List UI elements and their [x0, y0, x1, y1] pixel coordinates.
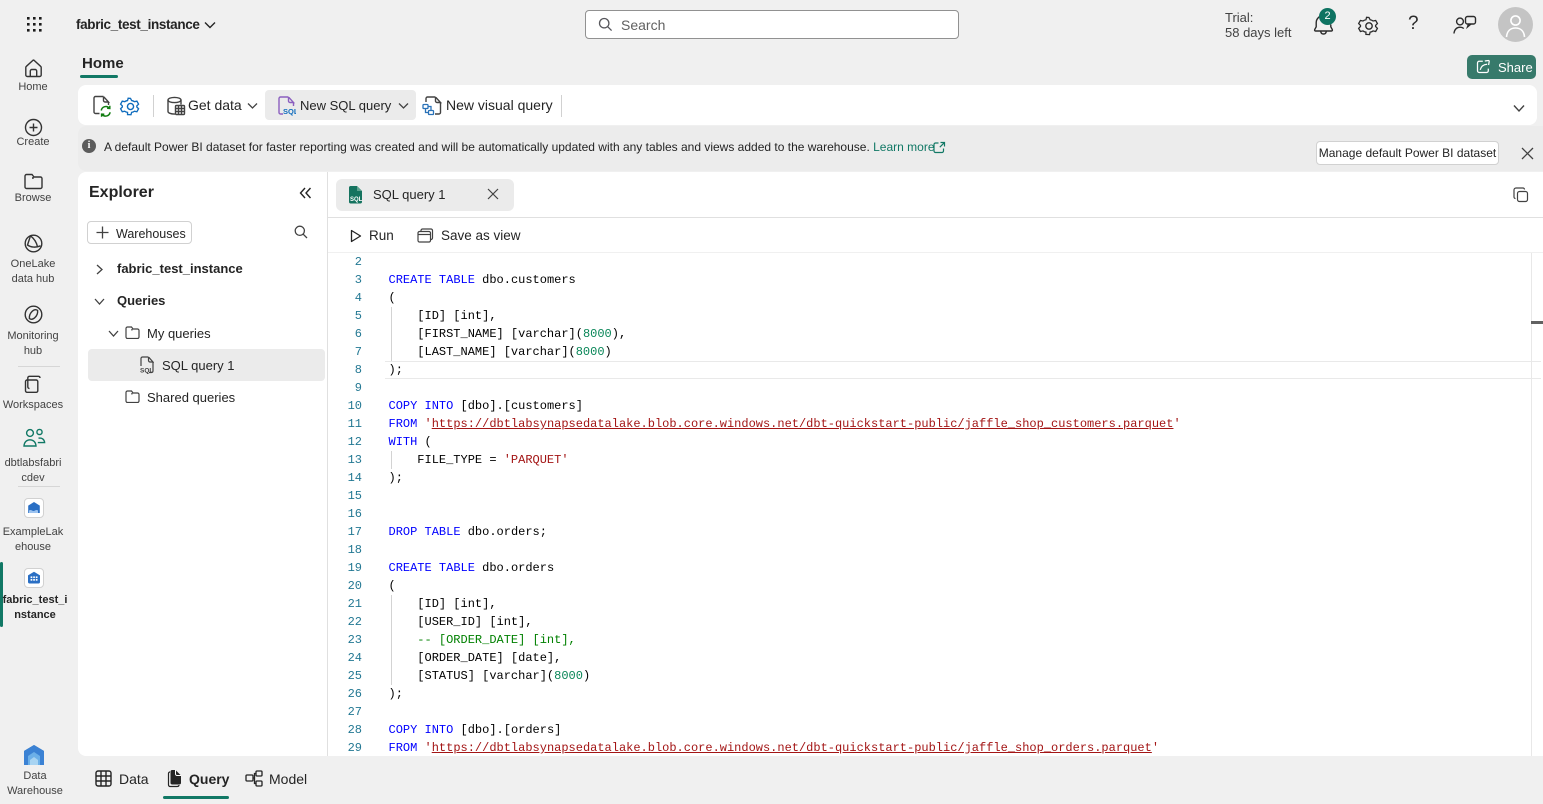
svg-text:SQL: SQL	[140, 368, 153, 375]
svg-text:SQL: SQL	[283, 107, 296, 116]
